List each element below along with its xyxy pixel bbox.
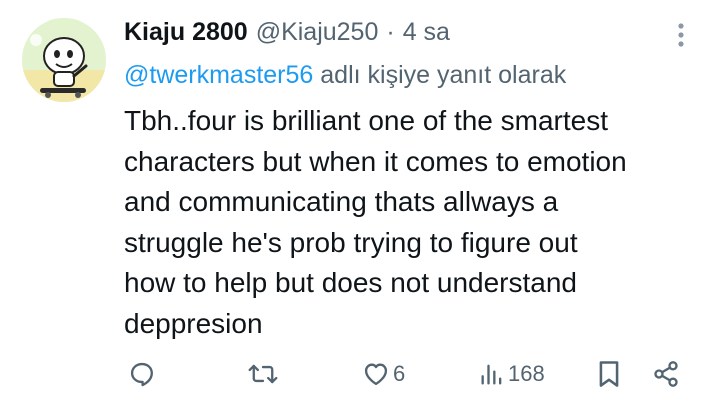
tweet-text: Tbh..four is brilliant one of the smarte… bbox=[124, 101, 709, 344]
tweet-text-line: and communicating thats allways a bbox=[124, 186, 559, 217]
reply-button[interactable] bbox=[128, 356, 159, 392]
tweet-text-line: struggle he's prob trying to figure out bbox=[124, 226, 578, 258]
tweet-text-line: characters but when it comes to emotion bbox=[124, 145, 627, 177]
tweet-text-line: how to help but does not understand bbox=[124, 267, 578, 298]
separator-dot: · bbox=[386, 18, 395, 46]
reply-mention[interactable]: @twerkmaster56 bbox=[124, 61, 313, 89]
avatar-image bbox=[22, 18, 106, 102]
tweet-text-line: deppresion bbox=[124, 307, 263, 339]
timestamp[interactable]: 4 sa bbox=[403, 12, 450, 52]
share-icon bbox=[652, 360, 680, 388]
tweet-text-line: Tbh..four is brilliant one of the smarte… bbox=[124, 105, 608, 136]
user-handle[interactable]: @Kiaju250 bbox=[256, 12, 379, 52]
views-count: 168 bbox=[508, 361, 545, 386]
retweet-button[interactable] bbox=[248, 356, 281, 392]
heart-icon bbox=[362, 360, 390, 388]
views-button[interactable]: 168 bbox=[479, 356, 545, 392]
retweet-icon bbox=[248, 360, 278, 388]
tweet-header: Kiaju 2800 @Kiaju250 · 4 sa bbox=[124, 12, 450, 52]
like-count: 6 bbox=[393, 361, 406, 386]
avatar[interactable] bbox=[22, 18, 106, 102]
like-button[interactable]: 6 bbox=[362, 356, 405, 392]
action-bar: 6 168 bbox=[124, 356, 694, 392]
more-vertical-icon[interactable] bbox=[672, 20, 690, 50]
reply-context: @twerkmaster56 adlı kişiye yanıt olarak bbox=[124, 56, 566, 94]
views-icon bbox=[479, 360, 505, 388]
bookmark-icon bbox=[596, 359, 622, 389]
share-button[interactable] bbox=[652, 356, 680, 392]
reply-suffix: adlı kişiye yanıt olarak bbox=[320, 61, 567, 89]
tweet[interactable]: Kiaju 2800 @Kiaju250 · 4 sa @twerkmaster… bbox=[0, 0, 720, 407]
bookmark-button[interactable] bbox=[596, 356, 622, 392]
reply-icon bbox=[128, 360, 156, 388]
display-name[interactable]: Kiaju 2800 bbox=[124, 12, 248, 52]
